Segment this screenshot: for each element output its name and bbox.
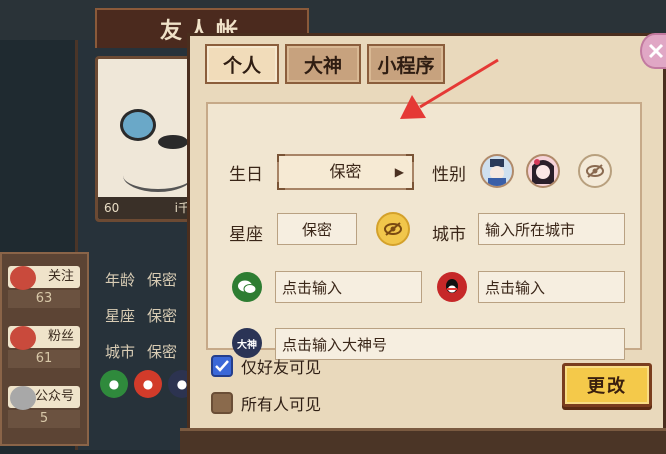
info-row: 年龄 保密 [105, 262, 177, 298]
avatar-mouth [123, 159, 193, 192]
stat-fans: 粉丝 61 [8, 326, 80, 368]
official-avatar-icon [10, 386, 36, 410]
info-value: 保密 [147, 343, 178, 361]
fans-avatar-icon [10, 326, 36, 350]
everyone-checkbox[interactable] [211, 392, 233, 414]
background-socials: ● ● ● [100, 370, 196, 398]
stat-count: 63 [8, 290, 80, 308]
wechat-input[interactable]: 点击输入 [275, 271, 422, 303]
info-label: 星座 [105, 307, 136, 325]
constellation-label: 星座 [229, 225, 263, 245]
select-corner [406, 182, 414, 190]
select-corner [277, 182, 285, 190]
dashen-id-input[interactable]: 点击输入大神号 [275, 328, 625, 360]
friends-only-checkbox[interactable] [211, 355, 233, 377]
birthday-select[interactable]: 保密 ▶ [277, 154, 414, 190]
info-row: 城市 保密 [105, 334, 177, 370]
edit-profile-dialog: 个人 大神 小程序 生日 保密 ▶ 性别 星座 保密 城市 输入所在城市 点击输… [187, 33, 666, 433]
info-value: 保密 [147, 307, 178, 325]
birthday-value: 保密 [329, 162, 362, 181]
info-label: 城市 [105, 343, 136, 361]
stat-count: 5 [8, 410, 80, 428]
profile-card-level: 60 [104, 201, 120, 215]
city-label: 城市 [432, 225, 466, 245]
friends-only-option[interactable]: 仅好友可见 [211, 354, 321, 378]
friends-only-label: 仅好友可见 [241, 358, 322, 377]
male-avatar-icon[interactable] [480, 154, 514, 188]
birthday-label: 生日 [229, 165, 263, 185]
select-corner [406, 154, 414, 162]
info-label: 年龄 [105, 271, 136, 289]
gender-hidden-eye-icon[interactable] [578, 154, 612, 188]
everyone-label: 所有人可见 [241, 395, 322, 414]
gender-label: 性别 [432, 165, 466, 185]
wechat-icon [232, 272, 262, 302]
change-button[interactable]: 更改 [562, 363, 652, 407]
dialog-bottom-frame [180, 428, 666, 454]
background-stats-panel: 关注 63 粉丝 61 公众号 5 [0, 252, 89, 446]
close-button[interactable] [640, 33, 666, 69]
background-info: 年龄 保密 星座 保密 城市 保密 [105, 262, 177, 370]
constellation-field[interactable]: 保密 [277, 213, 357, 245]
chevron-right-icon: ▶ [394, 165, 404, 179]
city-input[interactable]: 输入所在城市 [478, 213, 625, 245]
qq-icon [437, 272, 467, 302]
tab-bar: 个人 大神 小程序 [205, 44, 445, 84]
stat-follow: 关注 63 [8, 266, 80, 308]
tab-personal[interactable]: 个人 [205, 44, 279, 84]
everyone-option[interactable]: 所有人可见 [211, 391, 321, 415]
select-corner [277, 154, 285, 162]
wechat-icon: ● [100, 370, 128, 398]
profile-form: 生日 保密 ▶ 性别 星座 保密 城市 输入所在城市 点击输入 点击输入 大神 … [206, 102, 642, 360]
constellation-hidden-eye-icon[interactable] [376, 212, 410, 246]
female-avatar-icon[interactable] [526, 154, 560, 188]
tab-dashen[interactable]: 大神 [285, 44, 361, 84]
info-row: 星座 保密 [105, 298, 177, 334]
info-value: 保密 [147, 271, 178, 289]
avatar-eye [120, 109, 156, 141]
tab-mini-program[interactable]: 小程序 [367, 44, 445, 84]
close-icon [648, 43, 664, 59]
qq-input[interactable]: 点击输入 [478, 271, 625, 303]
qq-icon: ● [134, 370, 162, 398]
follow-avatar-icon [10, 266, 36, 290]
stat-official: 公众号 5 [8, 386, 80, 428]
avatar-nose [158, 135, 188, 149]
stat-count: 61 [8, 350, 80, 368]
